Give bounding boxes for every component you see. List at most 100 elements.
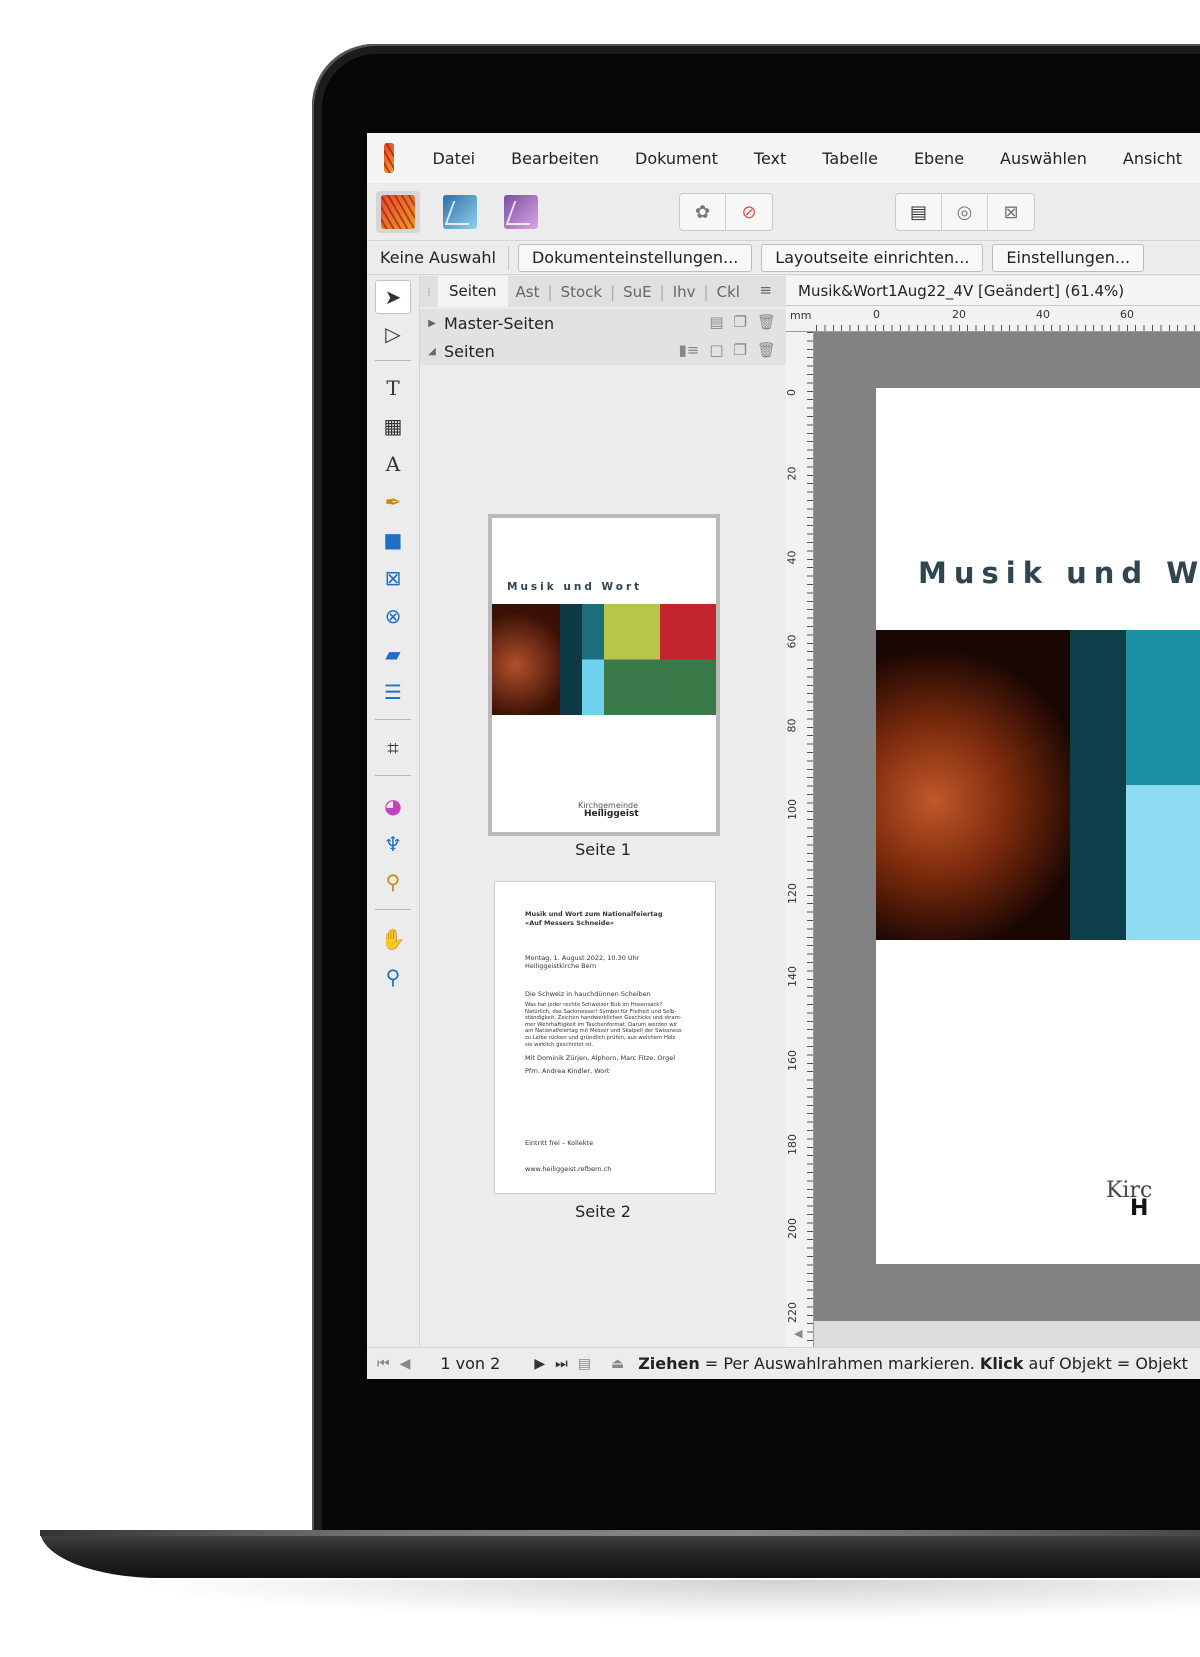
collapse-arrow-icon[interactable]: ◢ — [420, 346, 444, 357]
color-picker-tool-button[interactable]: ⚲ — [375, 865, 411, 899]
text-frame-icon: T — [386, 376, 400, 400]
ellipse-frame-icon: ⊗ — [384, 604, 402, 628]
previous-page-icon[interactable]: ◀ — [400, 1356, 411, 1372]
menu-bearbeiten[interactable]: Bearbeiten — [493, 149, 617, 168]
page-setup-button[interactable]: Layoutseite einrichten... — [761, 243, 984, 272]
vertical-ruler[interactable]: 0 20 40 60 80 100 120 140 160 180 200 22… — [785, 332, 814, 1347]
new-page-icon[interactable]: □ — [709, 341, 723, 359]
thumb-image-strip — [492, 604, 716, 715]
document-window: Musik&Wort1Aug22_4V [Geändert] (61.4%) m… — [785, 276, 1200, 1347]
ellipse-frame-tool-button[interactable]: ⊗ — [375, 599, 411, 633]
tab-ihv[interactable]: Ihv — [665, 283, 704, 301]
no-color-button[interactable]: ⊘ — [726, 194, 772, 230]
scroll-left-icon[interactable]: ◀ — [794, 1327, 802, 1340]
table-tool-button[interactable]: ▦ — [375, 409, 411, 443]
horizontal-ruler[interactable]: mm 0 20 40 60 — [786, 306, 1200, 332]
designer-persona-button[interactable] — [438, 191, 482, 233]
picture-frame-tool-button[interactable]: ⊠ — [375, 561, 411, 595]
color-toolbar-group: ✿ ⊘ — [679, 193, 773, 231]
first-page-icon[interactable]: ⏮ — [377, 1356, 390, 1372]
image-strip — [560, 604, 582, 715]
page-2-thumbnail[interactable]: Musik und Wort zum Nationalfeiertag «Auf… — [494, 881, 716, 1194]
last-page-icon[interactable]: ⏭ — [555, 1356, 568, 1372]
pages-row[interactable]: ◢ Seiten ▮≡ □ ❐ 🗑︎ — [420, 337, 786, 365]
laptop-shadow — [120, 1580, 1200, 1620]
document-tab[interactable]: Musik&Wort1Aug22_4V [Geändert] (61.4%) — [786, 276, 1200, 306]
master-pages-row[interactable]: ▶ Master-Seiten ▤ ❐ 🗑︎ — [420, 309, 786, 337]
node-tool-button[interactable]: ▷ — [375, 317, 411, 351]
cover-image[interactable] — [876, 630, 1200, 940]
laptop-base — [40, 1530, 1200, 1578]
duplicate-page-icon[interactable]: ❐ — [734, 341, 747, 359]
trash-icon[interactable]: 🗑︎ — [757, 341, 776, 359]
context-toolbar: Keine Auswahl Dokumenteinstellungen... L… — [367, 241, 1200, 275]
ruler-label: 100 — [786, 799, 799, 820]
duplicate-page-icon[interactable]: ❐ — [734, 313, 747, 331]
menu-auswaehlen[interactable]: Auswählen — [982, 149, 1105, 168]
thumb2-paragraph: Was hat jeder rechte Schweizer Bub im Ho… — [525, 1002, 682, 1048]
frame-text-tool-button[interactable]: T — [375, 371, 411, 405]
master-pages-label: Master-Seiten — [444, 313, 555, 333]
screen-bottom-bezel — [367, 1379, 1200, 1456]
page-canvas[interactable]: Musik und W Kirc H — [876, 388, 1200, 1264]
table-icon: ▦ — [383, 414, 403, 438]
page-icon[interactable]: ▤ — [709, 313, 723, 331]
thumb2-line: Mit Dominik Zürjen, Alphorn, Marc Fitze,… — [525, 1054, 676, 1062]
view-clip-button[interactable]: ⊠ — [988, 194, 1034, 230]
tab-stock[interactable]: Stock — [553, 283, 611, 301]
panel-menu-icon[interactable]: ≡ — [759, 281, 772, 299]
menu-text[interactable]: Text — [736, 149, 804, 168]
ruler-label: 120 — [786, 883, 799, 904]
thumb-logo-line2: Heiliggeist — [584, 809, 639, 819]
trash-icon[interactable]: 🗑︎ — [757, 313, 776, 331]
color-settings-button[interactable]: ✿ — [680, 194, 726, 230]
thumb2-line: Pfrn. Andrea Kindler, Wort — [525, 1067, 610, 1075]
page-title-text[interactable]: Musik und W — [918, 556, 1200, 590]
fill-tool-button[interactable]: ◕ — [375, 789, 411, 823]
view-bleed-button[interactable]: ◎ — [942, 194, 988, 230]
menu-datei[interactable]: Datei — [414, 149, 493, 168]
ruler-label: 80 — [785, 718, 799, 733]
settings-button[interactable]: Einstellungen... — [992, 243, 1145, 272]
zoom-tool-button[interactable]: ⚲ — [375, 960, 411, 994]
view-tool-button[interactable]: ✋ — [375, 922, 411, 956]
ruler-unit: mm — [790, 309, 812, 322]
snapping-icon[interactable]: ⏏ — [611, 1356, 624, 1372]
page-1-thumbnail[interactable]: Musik und Wort Kirchgemeinde Heiliggeist — [488, 514, 720, 836]
next-page-icon[interactable]: ▶ — [534, 1356, 545, 1372]
flower-icon: ✿ — [694, 201, 711, 223]
ruler-ticks — [807, 332, 813, 1347]
page-options-icon[interactable]: ▮≡ — [678, 341, 699, 359]
tab-ckl[interactable]: Ckl — [709, 283, 748, 301]
color-wheel-icon: ◕ — [384, 794, 402, 818]
page-counter: 1 von 2 — [440, 1354, 501, 1373]
menu-ansicht[interactable]: Ansicht — [1105, 149, 1200, 168]
expand-arrow-icon[interactable]: ▶ — [420, 318, 444, 329]
crop-tool-button[interactable]: ⌗ — [375, 731, 411, 765]
violin-scroll-image — [876, 630, 1070, 940]
artistic-text-icon: A — [385, 452, 401, 476]
hollow-arrow-icon: ▷ — [385, 322, 401, 346]
rectangle-tool-button[interactable]: ■ — [375, 523, 411, 557]
view-normal-button[interactable]: ▤ — [896, 194, 942, 230]
page-icon[interactable]: ▤ — [578, 1356, 591, 1372]
page-2-label: Seite 2 — [575, 1202, 631, 1221]
transparency-tool-button[interactable]: ♆ — [375, 827, 411, 861]
thumb2-line: Musik und Wort zum Nationalfeiertag — [525, 910, 663, 918]
photo-persona-button[interactable] — [499, 191, 543, 233]
pen-tool-button[interactable]: ✒ — [375, 485, 411, 519]
artistic-text-tool-button[interactable]: A — [375, 447, 411, 481]
publisher-persona-button[interactable] — [376, 191, 420, 233]
table-of-contents-tool-button[interactable]: ☰ — [375, 675, 411, 709]
document-settings-button[interactable]: Dokumenteinstellungen... — [517, 243, 753, 272]
ruler-label: 220 — [786, 1302, 799, 1323]
ruler-label: 20 — [785, 466, 799, 481]
tab-seiten[interactable]: Seiten — [438, 276, 508, 307]
move-tool-button[interactable]: ➤ — [375, 280, 411, 314]
menu-ebene[interactable]: Ebene — [896, 149, 982, 168]
tab-sue[interactable]: SuE — [615, 283, 660, 301]
menu-dokument[interactable]: Dokument — [617, 149, 736, 168]
tab-ast[interactable]: Ast — [508, 283, 548, 301]
place-image-tool-button[interactable]: ▰ — [375, 637, 411, 671]
menu-tabelle[interactable]: Tabelle — [804, 149, 896, 168]
